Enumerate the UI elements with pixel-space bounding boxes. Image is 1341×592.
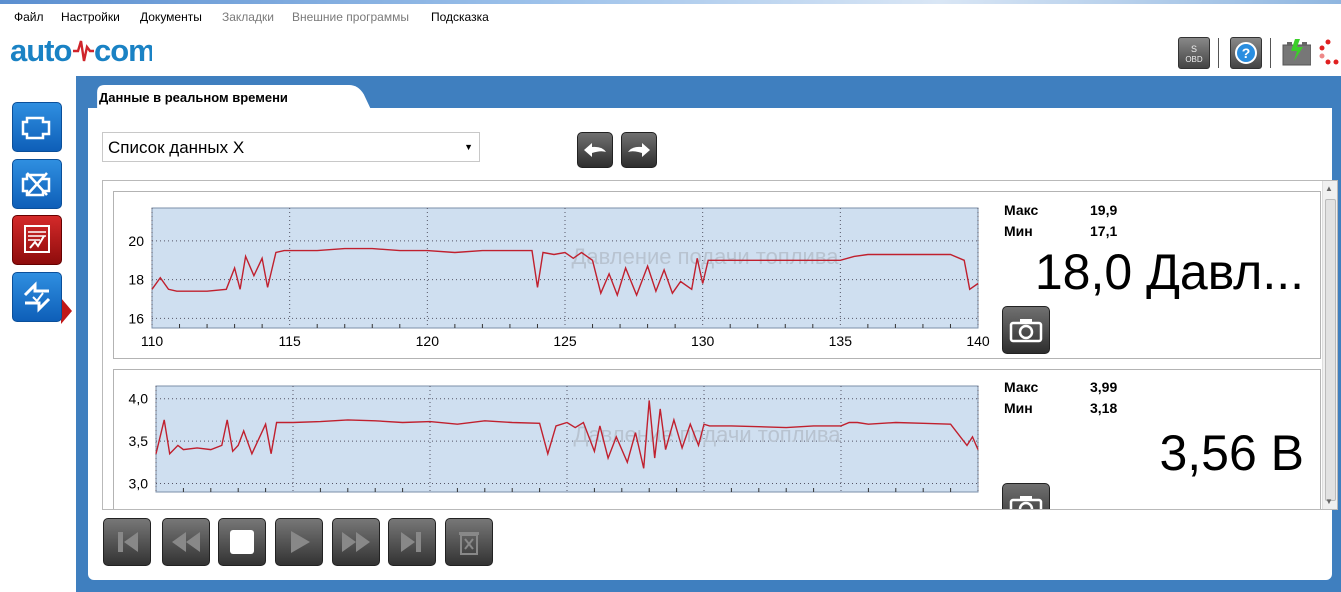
max-label: Макс	[1004, 202, 1039, 218]
menu-documents[interactable]: Документы	[140, 10, 202, 24]
min-label: Мин	[1004, 400, 1033, 416]
obd-button[interactable]: S OBD	[1178, 37, 1210, 69]
tab-label: Данные в реальном времени	[99, 90, 288, 105]
swap-icon	[23, 281, 51, 313]
y-tick-label: 3,5	[129, 433, 149, 449]
x-tick-label: 125	[553, 333, 577, 349]
max-value: 19,9	[1090, 202, 1118, 218]
back-button[interactable]	[577, 132, 613, 168]
last-button[interactable]	[388, 518, 436, 566]
y-tick-label: 16	[128, 310, 144, 326]
scroll-up-icon[interactable]: ▲	[1325, 184, 1333, 193]
camera-icon	[1009, 319, 1043, 343]
gauge-list[interactable]: 110 115 120 125 130 135 140 16 18 20 Давление пода…	[102, 180, 1338, 510]
current-value: 3,56 В	[1159, 425, 1304, 481]
sidebar-item-realtime-data[interactable]	[12, 215, 62, 265]
chevron-down-icon: ▼	[464, 142, 473, 152]
obd-icon: SOBD	[1185, 44, 1203, 64]
app-logo: auto com	[10, 33, 156, 77]
engine-icon	[21, 116, 51, 140]
first-button[interactable]	[103, 518, 151, 566]
stop-button[interactable]	[218, 518, 266, 566]
battery-icon	[1282, 39, 1311, 66]
camera-icon	[1009, 496, 1043, 509]
fast-forward-button[interactable]	[332, 518, 380, 566]
help-icon: ?	[1235, 42, 1257, 64]
x-tick-label: 120	[416, 333, 440, 349]
sidebar-item-swap[interactable]	[12, 272, 62, 322]
line-chart: 110 115 120 125 130 135 140 16 18 20 Давление пода…	[128, 207, 990, 349]
svg-text:OBD: OBD	[1185, 55, 1203, 64]
sidebar-item-engine[interactable]	[12, 102, 62, 152]
data-list-select[interactable]: Список данных X ▼	[102, 132, 480, 162]
separator	[1218, 38, 1219, 68]
last-icon	[401, 532, 421, 552]
svg-text:auto: auto	[10, 33, 72, 68]
chart-watermark: Давление подачи топлива	[571, 244, 839, 269]
line-chart: 3,03,54,0Давление подачи топлива	[129, 385, 979, 493]
battery-status	[1281, 37, 1311, 67]
connection-status	[1318, 37, 1341, 67]
menu-external-programs[interactable]: Внешние программы	[292, 10, 409, 24]
autocom-logo: auto com	[10, 33, 156, 68]
title-strip	[0, 0, 1341, 4]
y-tick-label: 3,0	[129, 476, 149, 492]
gauge-card: 3,0 3,5 4,0 Давление подачи топлива Макс 3,…	[113, 369, 1321, 509]
realtime-data-icon	[24, 225, 50, 253]
rewind-button[interactable]	[162, 518, 210, 566]
menu-settings[interactable]: Настройки	[61, 10, 120, 24]
min-label: Мин	[1004, 223, 1033, 239]
y-tick-label: 20	[128, 233, 144, 249]
play-button[interactable]	[275, 518, 323, 566]
arrow-back-icon	[584, 143, 606, 157]
rewind-icon	[172, 532, 200, 552]
sidebar-item-engine-off[interactable]	[12, 159, 62, 209]
svg-text:S: S	[1191, 44, 1197, 54]
snapshot-button[interactable]	[1002, 483, 1050, 509]
svg-text:com: com	[94, 33, 152, 68]
min-value: 3,18	[1090, 400, 1118, 416]
min-value: 17,1	[1090, 223, 1118, 239]
engine-off-icon	[21, 172, 51, 197]
menu-bar: Файл Настройки Документы Закладки Внешни…	[0, 0, 1341, 33]
svg-text:?: ?	[1242, 45, 1251, 61]
delete-button[interactable]	[445, 518, 493, 566]
stop-icon	[230, 530, 254, 554]
x-tick-label: 115	[279, 333, 302, 349]
loading-icon	[1319, 39, 1339, 65]
sidebar	[0, 76, 76, 592]
menu-help[interactable]: Подсказка	[431, 10, 489, 24]
max-label: Макс	[1004, 379, 1039, 395]
active-indicator	[61, 298, 72, 324]
x-tick-label: 110	[141, 333, 164, 349]
max-value: 3,99	[1090, 379, 1118, 395]
menu-bookmarks[interactable]: Закладки	[222, 10, 274, 24]
header: auto com S OBD ?	[0, 32, 1341, 76]
y-tick-label: 4,0	[129, 391, 149, 407]
vertical-scrollbar[interactable]: ▲ ▼	[1322, 181, 1337, 509]
x-tick-label: 140	[966, 333, 990, 349]
x-tick-label: 135	[829, 333, 853, 349]
help-button[interactable]: ?	[1230, 37, 1262, 69]
data-list-value: Список данных X	[108, 138, 245, 157]
x-tick-label: 130	[691, 333, 715, 349]
first-icon	[118, 532, 138, 552]
menu-file[interactable]: Файл	[14, 10, 44, 24]
current-value: 18,0 Давл...	[1034, 244, 1304, 300]
scroll-down-icon[interactable]: ▼	[1325, 497, 1333, 506]
play-icon	[291, 531, 310, 553]
arrow-forward-icon	[628, 143, 650, 157]
fast-forward-icon	[342, 532, 370, 552]
y-tick-label: 18	[128, 272, 144, 288]
forward-button[interactable]	[621, 132, 657, 168]
gauge-card: 110 115 120 125 130 135 140 16 18 20 Давление пода…	[113, 191, 1321, 359]
scroll-thumb[interactable]	[1325, 199, 1336, 501]
separator	[1270, 38, 1271, 68]
snapshot-button[interactable]	[1002, 306, 1050, 354]
delete-icon	[459, 532, 479, 555]
